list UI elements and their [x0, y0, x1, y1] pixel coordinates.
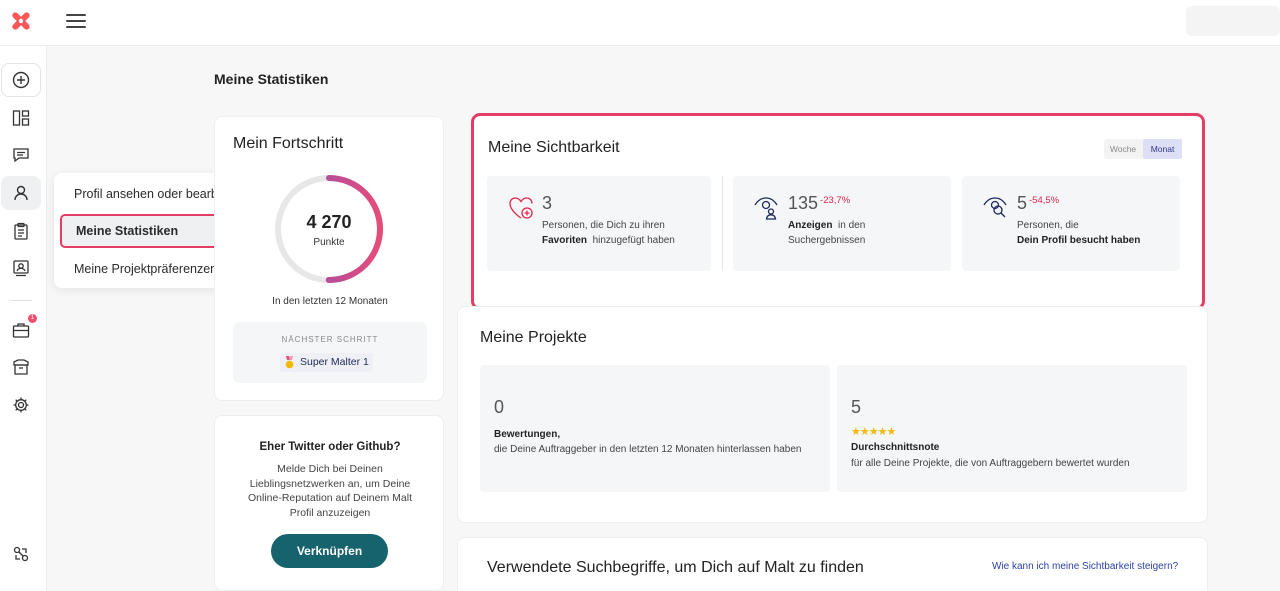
eye-person-icon — [754, 197, 778, 220]
points-value: 4 270 — [306, 212, 352, 232]
briefcase-icon[interactable]: 1 — [8, 314, 37, 343]
visits-delta: -54,5% — [1029, 195, 1060, 206]
sidebar: 1 — [0, 46, 47, 591]
social-card: Eher Twitter oder Github? Melde Dich bei… — [214, 415, 444, 591]
impressions-text: Anzeigen in den Suchergebnissen — [788, 220, 866, 246]
stat-favorites: 3 Personen, die Dich zu ihren Favoriten … — [487, 176, 711, 271]
visits-value: 5 -54,5% — [1017, 193, 1060, 213]
rating-label: Durchschnittsnote — [851, 442, 940, 453]
search-terms-card: Verwendete Suchbegriffe, um Dich auf Mal… — [457, 537, 1208, 591]
next-step-label: NÄCHSTER SCHRITT — [281, 335, 379, 344]
projects-title: Meine Projekte — [480, 329, 587, 346]
id-card-icon[interactable] — [8, 255, 34, 281]
next-level-label: Super Malter 1 — [300, 356, 369, 368]
period-caption: In den letzten 12 Monaten — [272, 296, 388, 307]
reviews-value: 0 — [494, 397, 505, 417]
visibility-card: Meine Sichtbarkeit Woche Monat 3 Persone… — [471, 113, 1205, 310]
dashboard-icon[interactable] — [8, 105, 34, 131]
notification-badge: 1 — [28, 314, 37, 323]
progress-title: Mein Fortschritt — [233, 135, 344, 152]
heart-plus-icon — [509, 197, 533, 219]
period-toggle: Woche Monat — [1104, 139, 1182, 159]
stat-profile-visits: 5 -54,5% Personen, die Dein Profil besuch… — [962, 176, 1180, 271]
toggle-month[interactable]: Monat — [1143, 139, 1182, 159]
hamburger-icon[interactable] — [66, 14, 86, 30]
reviews-label: Bewertungen, — [494, 429, 561, 440]
social-text: Melde Dich bei Deinen Lieblingsnetzwerke… — [247, 463, 412, 519]
page-title: Meine Statistiken — [214, 71, 329, 87]
visibility-title: Meine Sichtbarkeit — [488, 139, 620, 156]
projects-card: Meine Projekte 0 Bewertungen, die Deine … — [457, 306, 1208, 523]
plus-circle-icon[interactable] — [1, 63, 41, 97]
points-unit: Punkte — [313, 237, 345, 248]
eye-search-icon — [983, 197, 1007, 218]
gear-icon[interactable] — [8, 392, 34, 418]
stats-separator — [722, 176, 723, 271]
reviews-box: 0 Bewertungen, die Deine Auftraggeber in… — [480, 365, 830, 492]
visits-text: Personen, die Dein Profil besucht haben — [1017, 220, 1141, 246]
sidebar-divider — [10, 300, 32, 301]
medal-icon — [285, 356, 294, 369]
next-level-chip[interactable]: Super Malter 1 — [280, 353, 373, 372]
star-rating-icon: ★★★★★ — [851, 426, 896, 438]
archive-icon[interactable] — [8, 354, 34, 380]
progress-card: Mein Fortschritt 4 270 Punkte In den let… — [214, 116, 444, 401]
impressions-value: 135 -23,7% — [788, 193, 851, 213]
stat-impressions: 135 -23,7% Anzeigen in den Suchergebnisse… — [733, 176, 951, 271]
clipboard-icon[interactable] — [8, 218, 34, 244]
reviews-desc: die Deine Auftraggeber in den letzten 12… — [494, 444, 802, 455]
impressions-delta: -23,7% — [820, 195, 851, 206]
favorites-value: 3 — [542, 193, 553, 213]
rating-value: 5 — [851, 397, 862, 417]
toggle-week[interactable]: Woche — [1104, 139, 1142, 159]
top-right-placeholder — [1186, 6, 1280, 36]
chat-icon[interactable] — [8, 142, 34, 168]
visibility-help-link[interactable]: Wie kann ich meine Sichtbarkeit steigern… — [992, 561, 1178, 572]
top-bar — [0, 0, 1280, 46]
favorites-text: Personen, die Dich zu ihren Favoriten hi… — [542, 220, 675, 246]
malt-logo-icon[interactable] — [10, 10, 32, 32]
connect-button[interactable]: Verknüpfen — [271, 534, 388, 568]
social-title: Eher Twitter oder Github? — [259, 441, 401, 453]
rating-desc: für alle Deine Projekte, die von Auftrag… — [851, 458, 1130, 469]
next-step-box: NÄCHSTER SCHRITT Super Malter 1 — [233, 322, 427, 383]
help-icon[interactable] — [8, 541, 34, 567]
profile-icon[interactable] — [1, 176, 41, 210]
search-terms-title: Verwendete Suchbegriffe, um Dich auf Mal… — [487, 559, 864, 576]
rating-box: 5 ★★★★★ Durchschnittsnote für alle Deine… — [837, 365, 1187, 492]
